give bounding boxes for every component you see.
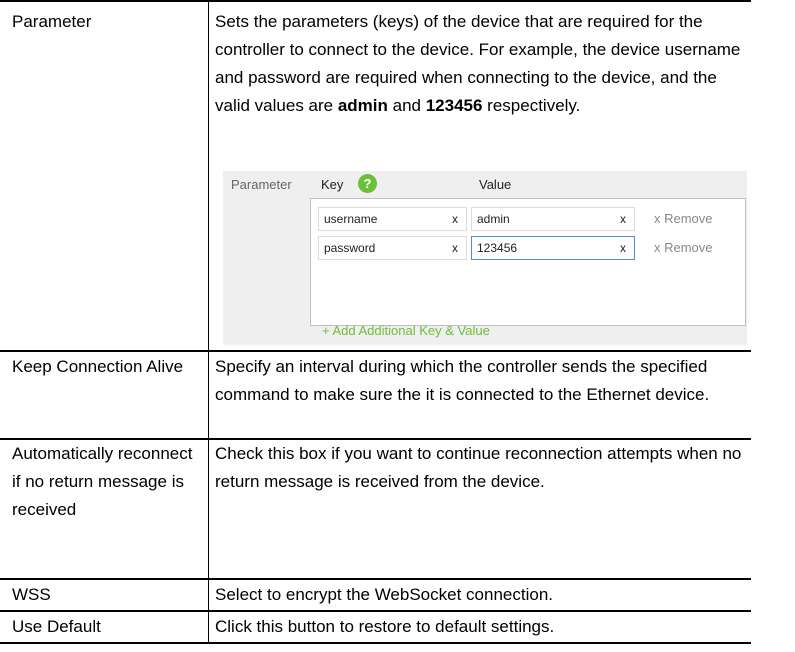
key-input-username[interactable]: username x (318, 207, 467, 231)
row-divider (0, 350, 751, 352)
row-desc-wss: Select to encrypt the WebSocket connecti… (215, 585, 553, 604)
key-input-password[interactable]: password x (318, 236, 467, 260)
key-value-list: username x admin x x Remove password x 1… (310, 198, 746, 326)
remove-pair-button[interactable]: x Remove (654, 237, 713, 259)
table-top-border (0, 0, 751, 2)
row-divider (0, 610, 751, 612)
row-divider (0, 578, 751, 580)
value-input-password[interactable]: 123456 x (471, 236, 635, 260)
add-key-value-link[interactable]: + Add Additional Key & Value (322, 323, 490, 338)
row-name-auto-reconnect: Automatically reconnect if no return mes… (12, 444, 193, 519)
example-username-value: admin (337, 96, 388, 115)
row-desc-use-default: Click this button to restore to default … (215, 617, 555, 636)
example-password-value: 123456 (425, 96, 483, 115)
value-input-username[interactable]: admin x (471, 207, 635, 231)
remove-pair-button[interactable]: x Remove (654, 208, 713, 230)
column-divider (208, 0, 209, 644)
panel-parameter-label: Parameter (231, 177, 292, 192)
parameter-table: Parameter Sets the parameters (keys) of … (0, 0, 795, 652)
table-bottom-border (0, 642, 751, 644)
row-name-keep-connection-alive: Keep Connection Alive (12, 357, 184, 376)
key-column-header: Key (321, 177, 344, 192)
parameter-panel-screenshot: Parameter Key ? Value username x admin x… (223, 171, 747, 345)
value-column-header: Value (479, 177, 512, 192)
row-desc-keep-connection-alive: Specify an interval during which the con… (215, 357, 710, 404)
row-name-use-default: Use Default (12, 617, 101, 636)
clear-value-icon[interactable]: x (620, 237, 626, 259)
help-icon[interactable]: ? (358, 174, 377, 193)
clear-key-icon[interactable]: x (452, 208, 458, 230)
clear-value-icon[interactable]: x (620, 208, 626, 230)
clear-key-icon[interactable]: x (452, 237, 458, 259)
row-name-parameter: Parameter (12, 12, 92, 31)
row-name-wss: WSS (12, 585, 51, 604)
row-desc-parameter: Sets the parameters (keys) of the device… (215, 12, 741, 115)
row-desc-auto-reconnect: Check this box if you want to continue r… (215, 444, 742, 491)
